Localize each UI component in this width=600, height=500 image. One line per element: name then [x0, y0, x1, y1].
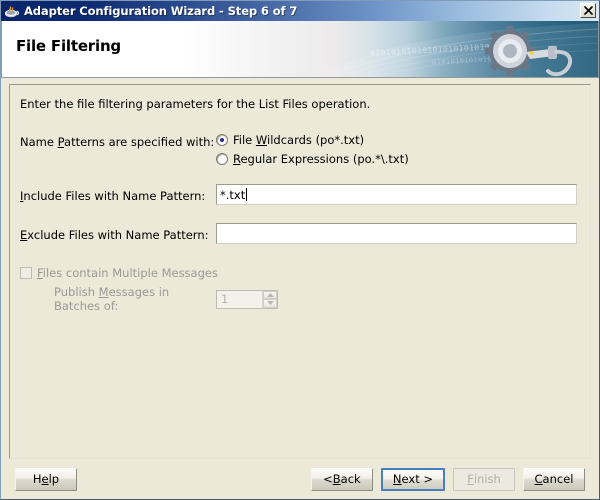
- label-part-post: ack: [340, 472, 361, 486]
- exclude-pattern-row: Exclude Files with Name Pattern:: [20, 223, 580, 244]
- label-mnemonic: C: [534, 472, 543, 486]
- wizard-window: Adapter Configuration Wizard - Step 6 of…: [0, 0, 600, 500]
- batch-size-row: Publish Messages in Batches of: 1: [20, 285, 580, 313]
- name-patterns-radio-group: File Wildcards (po*.txt) Regular Express…: [216, 133, 409, 166]
- text-caret: [246, 188, 248, 201]
- stepper-buttons: [262, 290, 277, 308]
- label-mnemonic: e: [41, 472, 49, 486]
- cancel-button[interactable]: Cancel: [523, 467, 585, 491]
- include-pattern-input[interactable]: *.txt: [216, 184, 577, 205]
- label-part-post: nclude Files with Name Pattern:: [23, 188, 206, 203]
- label-mnemonic: M: [98, 285, 109, 299]
- stepper-up-icon: [263, 290, 277, 299]
- radio-option-regular-expressions[interactable]: Regular Expressions (po.*\.txt): [216, 152, 409, 166]
- exclude-pattern-input[interactable]: [216, 223, 577, 244]
- batch-size-stepper: 1: [216, 289, 278, 309]
- label-mnemonic: B: [332, 472, 341, 486]
- finish-button: Finish: [453, 467, 515, 491]
- label-part-post: xclude Files with Name Pattern:: [27, 227, 209, 242]
- button-bar: He lp < Back Next > Finish Cancel: [1, 459, 599, 499]
- include-pattern-value: *.txt: [220, 187, 246, 202]
- content-area: Enter the file filtering parameters for …: [1, 78, 599, 459]
- multiple-messages-block: Files contain Multiple Messages Publish …: [20, 266, 580, 313]
- label-part-post: egular Expressions (po.*\.txt): [240, 152, 409, 166]
- back-button[interactable]: < Back: [310, 467, 373, 491]
- label-part-post: lp: [48, 472, 60, 486]
- label-part-pre: Name: [20, 135, 58, 149]
- name-patterns-row: Name Patterns are specified with: File W…: [20, 133, 580, 166]
- label-part-pre: <: [323, 472, 333, 486]
- label-part-post: atterns are specified with:: [64, 135, 215, 149]
- window-title: Adapter Configuration Wizard - Step 6 of…: [24, 4, 298, 18]
- batch-size-value: 1: [221, 292, 229, 306]
- exclude-pattern-label: Exclude Files with Name Pattern:: [20, 226, 216, 242]
- checkbox-indicator: [20, 267, 32, 279]
- title-bar: Adapter Configuration Wizard - Step 6 of…: [1, 1, 599, 21]
- intro-text: Enter the file filtering parameters for …: [20, 97, 371, 111]
- name-patterns-label: Name Patterns are specified with:: [20, 133, 216, 149]
- label-part-post: ildcards (po*.txt): [267, 133, 365, 147]
- radio-indicator-selected[interactable]: [216, 134, 228, 146]
- page-title: File Filtering: [16, 37, 121, 55]
- label-mnemonic: N: [392, 472, 402, 486]
- checkbox-label: Files contain Multiple Messages: [37, 266, 218, 280]
- label-part-pre: File: [233, 133, 256, 147]
- include-pattern-label: Include Files with Name Pattern:: [20, 187, 216, 203]
- batch-size-label: Publish Messages in Batches of:: [20, 285, 216, 313]
- label-part-pre: Publish: [54, 285, 99, 299]
- label-part-post: iles contain Multiple Messages: [42, 266, 218, 280]
- label-mnemonic: F: [467, 472, 474, 486]
- stepper-down-icon: [263, 299, 277, 308]
- label-part-post: inish: [473, 472, 501, 486]
- next-button[interactable]: Next >: [380, 467, 445, 491]
- checkbox-files-contain-multiple-messages: Files contain Multiple Messages: [20, 266, 580, 280]
- wizard-banner: File Filtering 0101010101010101010101010…: [1, 21, 599, 78]
- radio-indicator-unselected[interactable]: [216, 153, 228, 165]
- label-part-pre: H: [32, 472, 42, 486]
- close-icon[interactable]: [580, 3, 596, 18]
- radio-option-file-wildcards[interactable]: File Wildcards (po*.txt): [216, 133, 409, 147]
- radio-label: Regular Expressions (po.*\.txt): [233, 152, 409, 166]
- help-button[interactable]: He lp: [15, 467, 77, 491]
- label-part-post: ancel: [542, 472, 574, 486]
- radio-label: File Wildcards (po*.txt): [233, 133, 364, 147]
- form-panel: Enter the file filtering parameters for …: [9, 84, 591, 459]
- java-coffee-cup-icon: [4, 3, 20, 19]
- include-pattern-row: Include Files with Name Pattern: *.txt: [20, 184, 580, 205]
- label-part-post: ext >: [401, 472, 433, 486]
- label-mnemonic: W: [255, 133, 268, 147]
- gear-and-plug-icon: [480, 25, 590, 77]
